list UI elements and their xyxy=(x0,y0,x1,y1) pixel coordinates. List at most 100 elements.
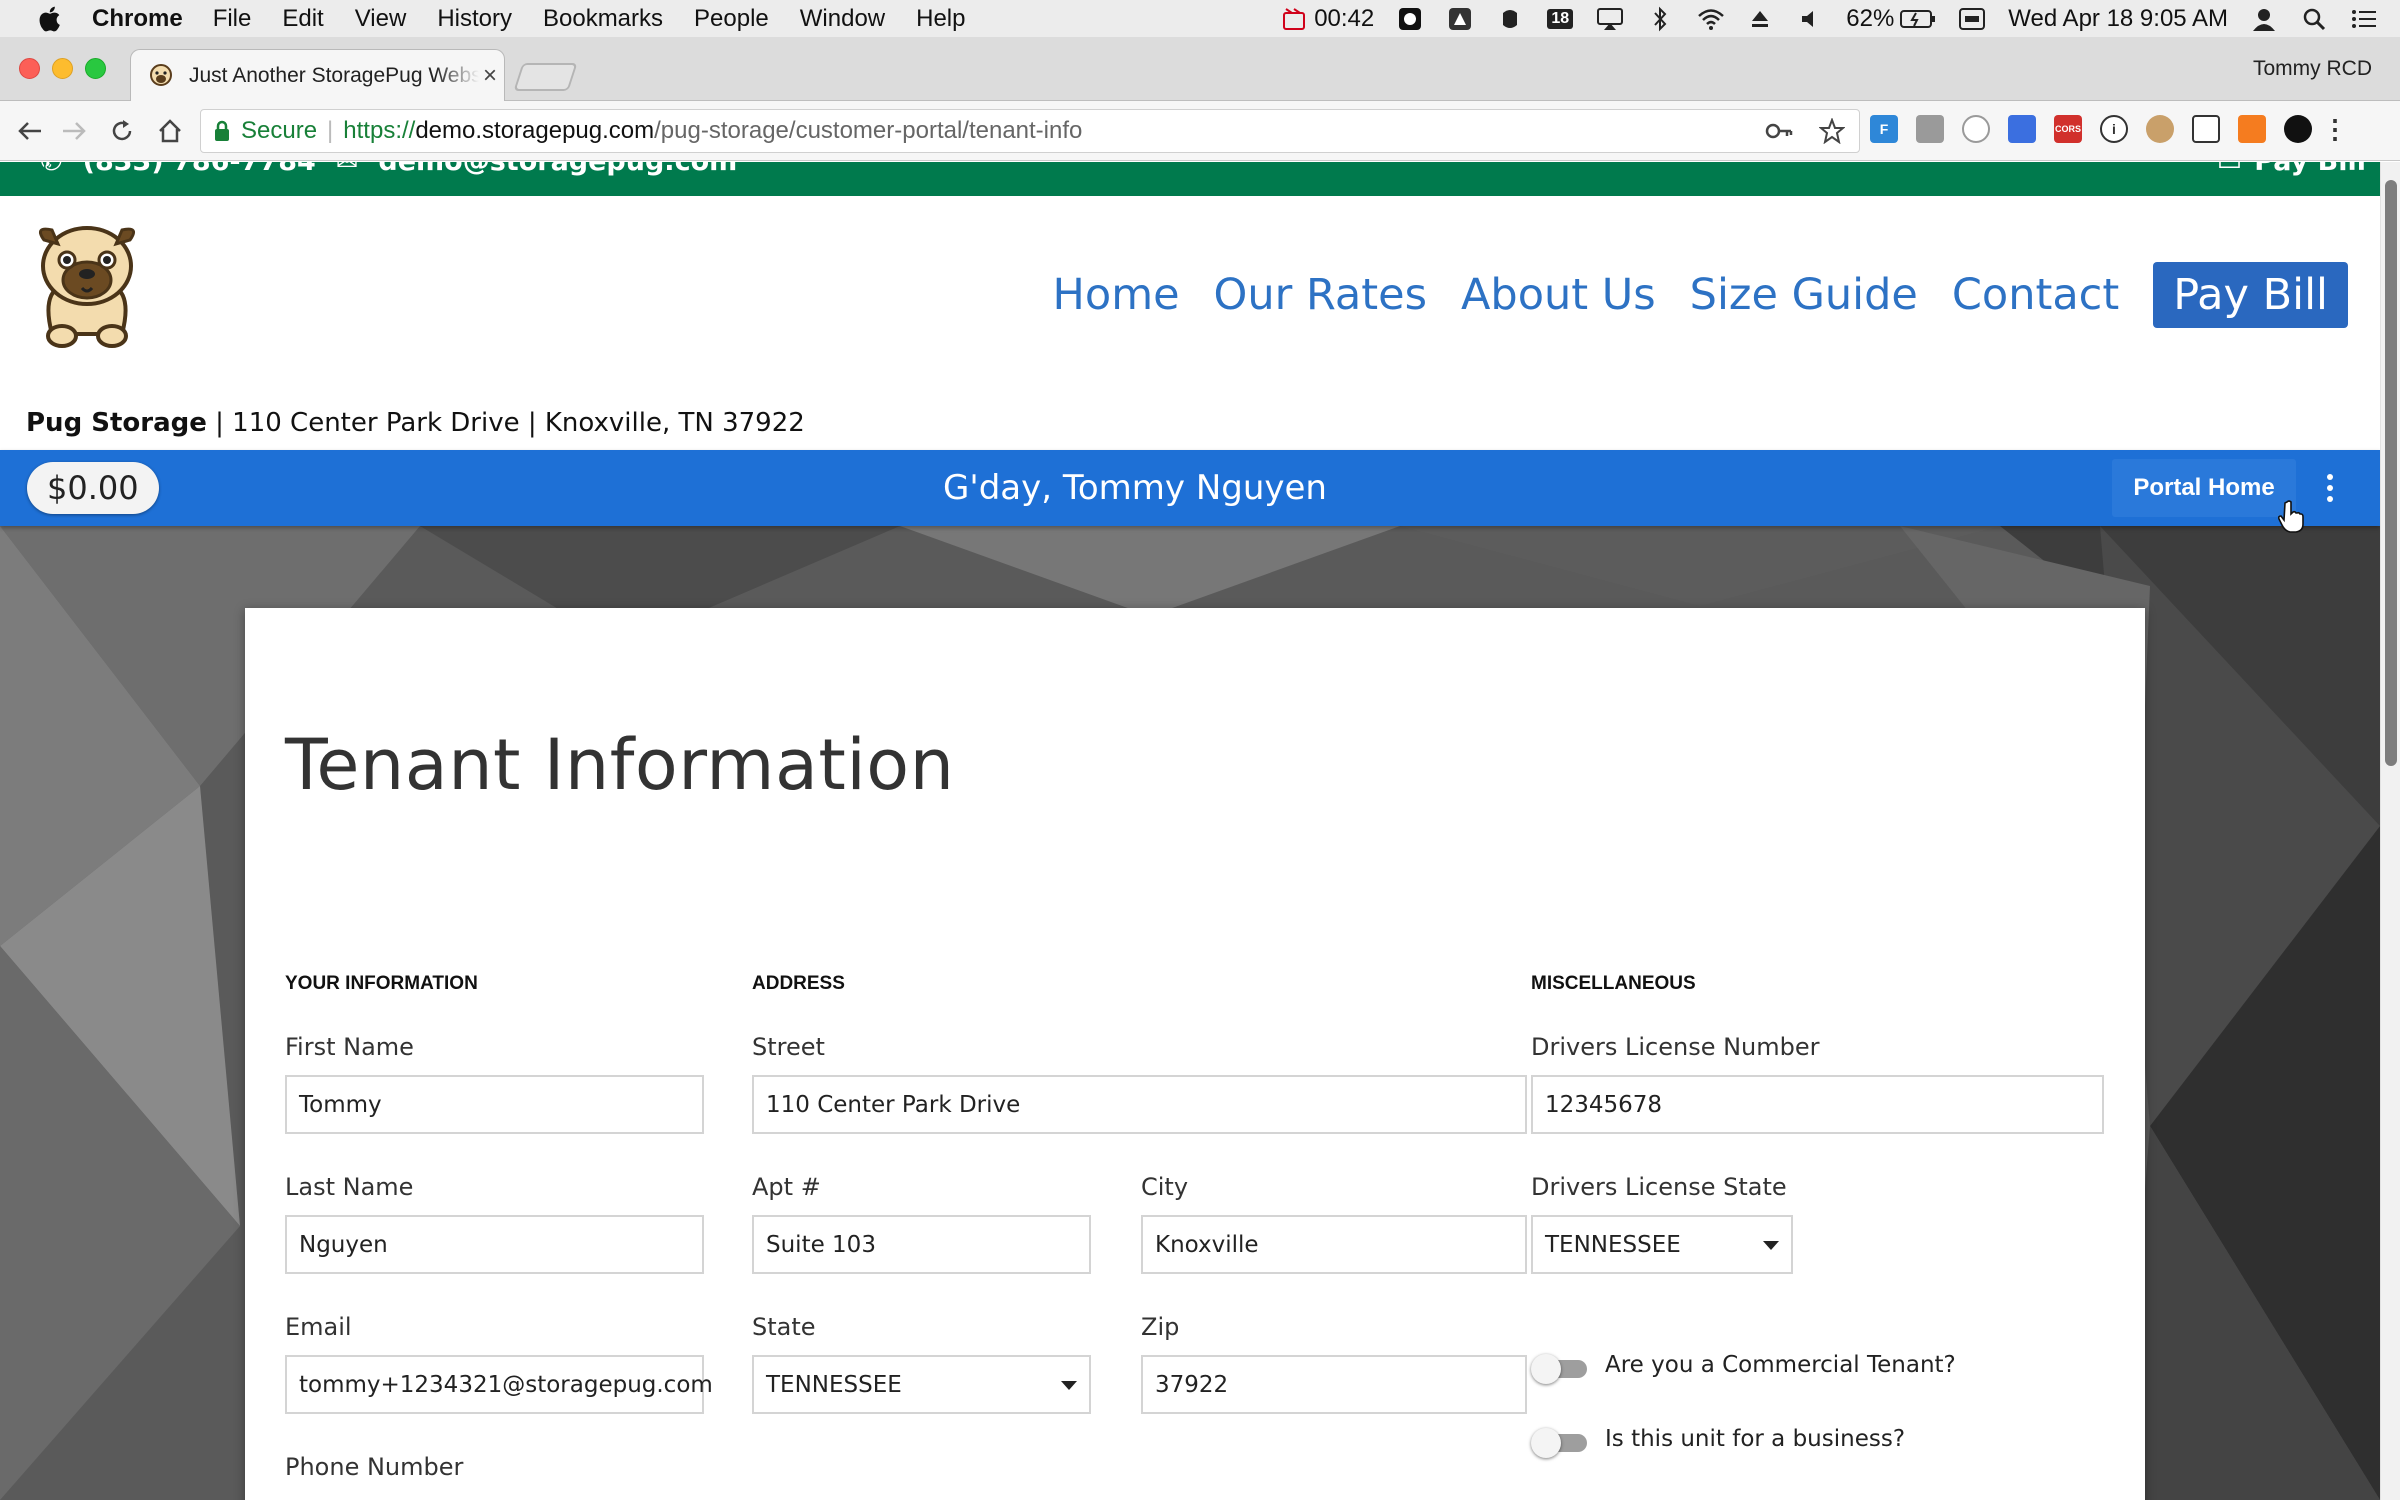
tab-close-icon[interactable]: × xyxy=(483,62,497,90)
user-icon[interactable] xyxy=(2250,6,2278,32)
extension-blue-icon[interactable] xyxy=(2008,115,2036,143)
street-field[interactable]: 110 Center Park Drive xyxy=(752,1075,1527,1134)
nav-pay-bill-button[interactable]: Pay Bill xyxy=(2153,262,2348,328)
home-icon xyxy=(159,119,181,143)
evernote-icon[interactable] xyxy=(1496,6,1524,32)
nav-our-rates[interactable]: Our Rates xyxy=(1214,270,1427,320)
reload-icon xyxy=(112,120,132,141)
recording-indicator[interactable]: 00:42 xyxy=(1282,5,1374,33)
extension-hubspot-icon[interactable] xyxy=(2238,115,2266,143)
extension-cors-icon[interactable]: CORS xyxy=(2054,115,2082,143)
top-pay-bill-link[interactable]: ▭ Pay Bill xyxy=(2217,162,2366,177)
drivers-license-number-field[interactable]: 12345678 xyxy=(1531,1075,2104,1134)
apple-icon[interactable] xyxy=(32,4,66,34)
menu-file[interactable]: File xyxy=(213,5,252,33)
notification-center-icon[interactable] xyxy=(2350,6,2378,32)
secure-label: Secure xyxy=(241,117,318,144)
commercial-tenant-toggle[interactable] xyxy=(1531,1354,1587,1384)
extension-github-icon[interactable] xyxy=(2284,115,2312,143)
menu-people[interactable]: People xyxy=(694,5,769,33)
nav-home[interactable]: Home xyxy=(1053,270,1180,320)
email-field[interactable]: tommy+1234321@storagepug.com xyxy=(285,1355,713,1414)
menu-edit[interactable]: Edit xyxy=(282,5,323,33)
battery-status[interactable]: 62% xyxy=(1846,5,1936,33)
portal-home-button[interactable]: Portal Home xyxy=(2112,459,2296,517)
state-select-value: TENNESSEE xyxy=(766,1371,902,1398)
bookmark-star-icon[interactable] xyxy=(1819,118,1845,144)
state-label: State xyxy=(752,1313,816,1341)
address-bar[interactable]: Secure | https://demo.storagepug.com/pug… xyxy=(200,109,1860,153)
chrome-menu-icon[interactable]: ⋮ xyxy=(2322,114,2348,144)
nav-about-us[interactable]: About Us xyxy=(1461,270,1656,320)
drivers-license-state-value: TENNESSEE xyxy=(1545,1231,1681,1258)
site-top-bar: ✆ (833) 786-7784 ✉ demo@storagepug.com ▭… xyxy=(0,162,2380,196)
extension-pug-icon[interactable] xyxy=(2146,115,2174,143)
window-close-button[interactable] xyxy=(19,58,40,79)
envelope-icon: ✉ xyxy=(336,162,359,177)
pug-logo[interactable] xyxy=(22,216,152,356)
key-icon[interactable] xyxy=(1765,118,1793,144)
state-select[interactable]: TENNESSEE xyxy=(752,1355,1091,1414)
new-tab-button[interactable] xyxy=(513,63,578,91)
spotlight-search-icon[interactable] xyxy=(2300,6,2328,32)
calendar-badge[interactable]: 18 xyxy=(1546,6,1574,32)
phone-number-label: Phone Number xyxy=(285,1453,464,1481)
reload-button[interactable] xyxy=(106,115,138,147)
business-unit-toggle[interactable] xyxy=(1531,1428,1587,1458)
last-name-field[interactable]: Nguyen xyxy=(285,1215,704,1274)
lock-icon xyxy=(215,120,229,141)
clock[interactable]: Wed Apr 18 9:05 AM xyxy=(2008,5,2228,33)
nav-contact[interactable]: Contact xyxy=(1952,270,2119,320)
browser-toolbar: Secure | https://demo.storagepug.com/pug… xyxy=(0,101,2400,161)
extension-panel-icon[interactable] xyxy=(1916,115,1944,143)
profile-button[interactable]: Tommy RCD xyxy=(2253,57,2372,81)
street-label: Street xyxy=(752,1033,825,1061)
bluetooth-icon[interactable] xyxy=(1646,6,1674,32)
first-name-field[interactable]: Tommy xyxy=(285,1075,704,1134)
commercial-tenant-label: Are you a Commercial Tenant? xyxy=(1605,1352,1956,1378)
site-phone[interactable]: (833) 786-7784 xyxy=(83,162,316,177)
menu-bookmarks[interactable]: Bookmarks xyxy=(543,5,663,33)
eject-icon[interactable] xyxy=(1746,6,1774,32)
home-button[interactable] xyxy=(154,115,186,147)
volume-icon[interactable] xyxy=(1796,6,1824,32)
wifi-icon[interactable] xyxy=(1696,6,1725,32)
extension-power-icon[interactable] xyxy=(1962,115,1990,143)
window-zoom-button[interactable] xyxy=(85,58,106,79)
app-menu-chrome[interactable]: Chrome xyxy=(92,5,183,33)
keyboard-icon[interactable] xyxy=(1958,6,1986,32)
city-field[interactable]: Knoxville xyxy=(1141,1215,1527,1274)
apt-field[interactable]: Suite 103 xyxy=(752,1215,1091,1274)
webpage: ✆ (833) 786-7784 ✉ demo@storagepug.com ▭… xyxy=(0,162,2400,1500)
airplay-icon[interactable] xyxy=(1596,6,1624,32)
menu-help[interactable]: Help xyxy=(916,5,965,33)
battery-percent: 62% xyxy=(1846,4,1895,32)
omnibox-separator: | xyxy=(327,117,334,144)
zip-field[interactable]: 37922 xyxy=(1141,1355,1527,1414)
record-dot-icon[interactable] xyxy=(1396,6,1424,32)
extension-info-icon[interactable]: i xyxy=(2100,115,2128,143)
drivers-license-number-label: Drivers License Number xyxy=(1531,1033,1820,1061)
main-nav: Home Our Rates About Us Size Guide Conta… xyxy=(1053,262,2348,328)
drive-icon[interactable] xyxy=(1446,6,1474,32)
scrollbar-thumb[interactable] xyxy=(2385,180,2397,766)
top-pay-bill-label: Pay Bill xyxy=(2254,162,2366,177)
drivers-license-state-select[interactable]: TENNESSEE xyxy=(1531,1215,1793,1274)
window-minimize-button[interactable] xyxy=(52,58,73,79)
extension-f-icon[interactable]: F xyxy=(1870,115,1898,143)
nav-size-guide[interactable]: Size Guide xyxy=(1690,270,1918,320)
recording-time: 00:42 xyxy=(1314,4,1375,32)
menu-history[interactable]: History xyxy=(437,5,512,33)
back-button[interactable] xyxy=(14,115,46,147)
menu-view[interactable]: View xyxy=(355,5,407,33)
menu-window[interactable]: Window xyxy=(800,5,885,33)
customer-portal-bar: $0.00 G'day, Tommy Nguyen Portal Home xyxy=(0,450,2380,526)
browser-tab-active[interactable]: Just Another StoragePug Website × xyxy=(130,49,505,102)
page-scrollbar[interactable] xyxy=(2380,162,2400,1500)
url-host: demo.storagepug.com xyxy=(415,117,655,144)
forward-button[interactable] xyxy=(58,115,90,147)
more-options-icon[interactable] xyxy=(2318,468,2342,508)
phone-icon: ✆ xyxy=(40,162,63,177)
site-email[interactable]: demo@storagepug.com xyxy=(378,162,737,177)
extension-folder-icon[interactable] xyxy=(2192,115,2220,143)
